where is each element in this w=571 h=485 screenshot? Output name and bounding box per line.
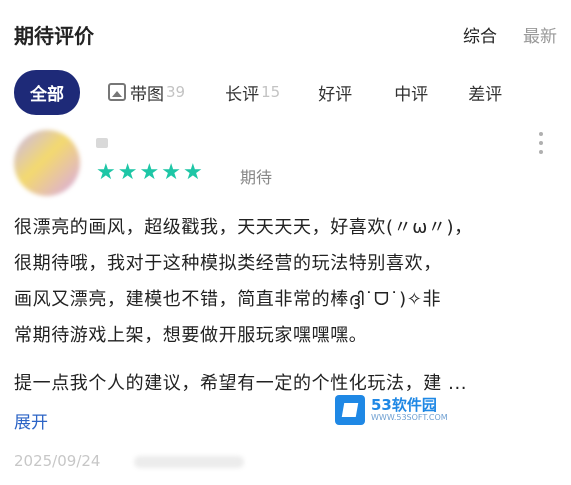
review-body: 很漂亮的画风，超级戳我，天天天天，好喜欢(〃ω〃)， 很期待哦，我对于这种模拟类… <box>14 210 549 402</box>
star-icon: ★ <box>182 160 203 185</box>
review-line: 很漂亮的画风，超级戳我，天天天天，好喜欢(〃ω〃)， <box>14 217 473 238</box>
section-title: 期待评价 <box>14 24 94 48</box>
tab-all[interactable]: 全部 <box>14 69 80 115</box>
star-icon: ★ <box>139 160 160 185</box>
sort-comprehensive[interactable]: 综合 <box>463 22 497 47</box>
review-date: 2025/09/24 <box>14 452 101 470</box>
tab-neutral-label: 中评 <box>394 84 429 105</box>
star-icon: ★ <box>161 160 181 185</box>
tab-with-images[interactable]: 带图 39 <box>108 80 185 105</box>
tab-long-reviews[interactable]: 长评 15 <box>225 80 280 105</box>
review-line: 画风又漂亮，建模也不错，简直非常的棒ദ്ദി˙ᗜ˙)✧非 <box>14 289 442 310</box>
filter-tabs: 全部 带图 39 长评 15 好评 中评 差评 <box>14 69 557 115</box>
tab-positive-label: 好评 <box>318 84 353 105</box>
sort-latest[interactable]: 最新 <box>523 22 557 47</box>
tab-positive[interactable]: 好评 <box>318 80 352 105</box>
review-suggestion: 提一点我个人的建议，希望有一定的个性化玩法，建 ... <box>14 373 468 394</box>
watermark-box-icon <box>335 395 365 425</box>
review-line: 很期待哦，我对于这种模拟类经营的玩法特别喜欢， <box>14 253 442 274</box>
tab-negative-label: 差评 <box>468 84 503 105</box>
expand-link[interactable]: 展开 <box>14 408 48 433</box>
tab-negative[interactable]: 差评 <box>468 80 502 105</box>
username-blurred[interactable] <box>96 138 108 148</box>
watermark-url: WWW.53SOFT.COM <box>371 413 448 422</box>
image-icon <box>108 83 126 101</box>
section-header: 期待评价 综合 最新 <box>14 18 557 50</box>
rating-label: 期待 <box>240 168 273 187</box>
avatar[interactable] <box>14 130 80 196</box>
tab-long-reviews-count: 15 <box>261 83 281 101</box>
tab-neutral[interactable]: 中评 <box>394 80 428 105</box>
sort-options: 综合 最新 <box>463 22 557 47</box>
review-line: 常期待游戏上架，想要做开服玩家嘿嘿嘿。 <box>14 325 368 346</box>
watermark-logo: 53软件园 WWW.53SOFT.COM <box>335 395 448 425</box>
tab-long-reviews-label: 长评 <box>225 84 260 105</box>
blurred-meta <box>134 456 244 468</box>
star-icon: ★ <box>117 160 138 185</box>
tab-with-images-label: 带图 <box>130 84 164 105</box>
tab-with-images-count: 39 <box>166 83 186 101</box>
more-options-icon[interactable] <box>539 132 543 154</box>
star-icon: ★ <box>96 160 116 185</box>
tab-all-label: 全部 <box>30 84 64 105</box>
watermark-name: 53软件园 <box>371 396 437 414</box>
star-rating: ★ ★ ★ ★ ★ <box>96 162 203 184</box>
